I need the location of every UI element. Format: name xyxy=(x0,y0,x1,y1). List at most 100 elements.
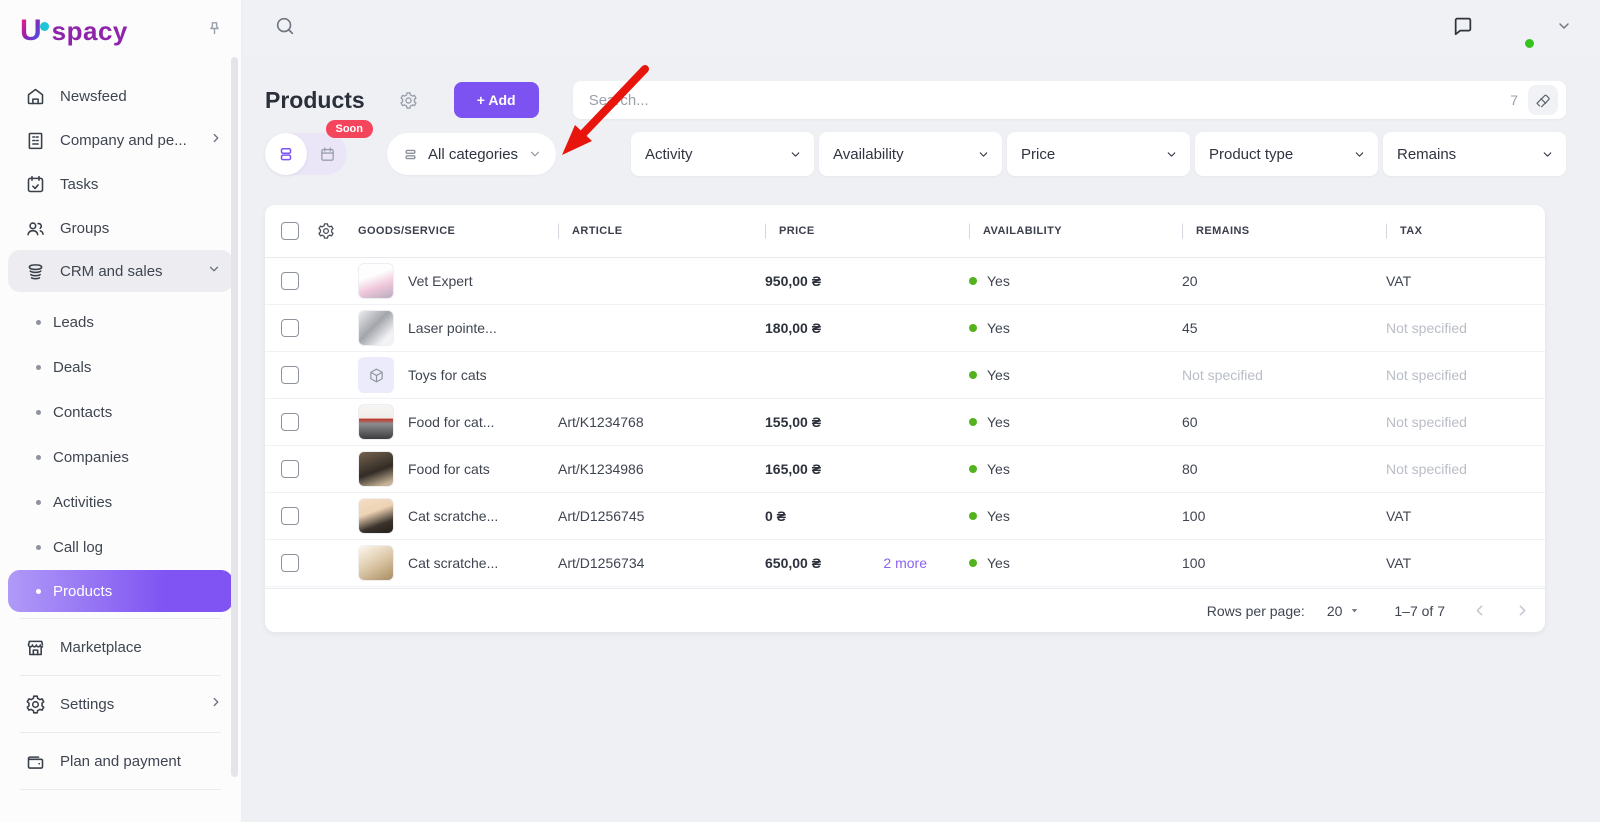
sidebar-item-deals[interactable]: Deals xyxy=(0,345,241,390)
select-all-checkbox[interactable] xyxy=(281,222,299,240)
page-settings-gear-icon[interactable] xyxy=(399,91,418,110)
previous-page-button[interactable] xyxy=(1471,602,1488,619)
filters-row: Activity Availability Price Product type… xyxy=(631,132,1566,176)
row-checkbox[interactable] xyxy=(281,507,299,525)
sidebar-scrollbar[interactable] xyxy=(231,57,238,777)
table-row[interactable]: Laser pointe... 180,00 ₴ Yes 45 Not spec… xyxy=(265,305,1545,352)
filter-product-type[interactable]: Product type xyxy=(1195,132,1378,176)
table-row[interactable]: Cat scratche... Art/D1256734 650,00 ₴ 2 m… xyxy=(265,540,1545,587)
bullet-dot xyxy=(36,365,41,370)
filter-availability[interactable]: Availability xyxy=(819,132,1002,176)
filter-remains[interactable]: Remains xyxy=(1383,132,1566,176)
product-name[interactable]: Food for cats xyxy=(408,461,490,477)
online-status-dot xyxy=(1523,36,1536,50)
table-row[interactable]: Food for cat... Art/K1234768 155,00 ₴ Ye… xyxy=(265,399,1545,446)
bullet-dot xyxy=(36,588,41,594)
calendar-view-button[interactable] xyxy=(307,133,347,175)
product-name[interactable]: Cat scratche... xyxy=(408,555,498,571)
sidebar-item-company[interactable]: Company and pe... xyxy=(0,118,241,162)
availability-cell: Yes xyxy=(969,367,1182,383)
sidebar-item-label: Marketplace xyxy=(60,638,142,656)
sidebar-item-newsfeed[interactable]: Newsfeed xyxy=(0,74,241,118)
sidebar-item-products[interactable]: Products xyxy=(8,570,233,612)
pin-sidebar-icon[interactable] xyxy=(206,20,223,42)
column-header-goods[interactable]: GOODS/SERVICE xyxy=(358,225,558,237)
sidebar-item-settings[interactable]: Settings xyxy=(0,682,241,726)
products-search-bar: 7 xyxy=(572,81,1566,119)
table-row[interactable]: Cat scratche... Art/D1256745 0 ₴ Yes 100… xyxy=(265,493,1545,540)
product-name[interactable]: Toys for cats xyxy=(408,367,487,383)
sidebar-item-contacts[interactable]: Contacts xyxy=(0,390,241,435)
chevron-down-icon xyxy=(977,148,990,161)
row-checkbox[interactable] xyxy=(281,366,299,384)
tax-cell: VAT xyxy=(1386,273,1412,289)
table-row[interactable]: Toys for cats Yes Not specified Not spec… xyxy=(265,352,1545,399)
divider xyxy=(20,618,221,619)
column-divider xyxy=(1386,223,1387,239)
tax-cell: Not specified xyxy=(1386,367,1467,383)
sidebar-item-tasks[interactable]: Tasks xyxy=(0,162,241,206)
list-view-button[interactable] xyxy=(265,133,307,175)
row-checkbox[interactable] xyxy=(281,413,299,431)
availability-dot xyxy=(969,559,977,567)
sidebar-item-plan-payment[interactable]: Plan and payment xyxy=(0,739,241,783)
columns-settings-gear-icon[interactable] xyxy=(317,222,358,240)
sidebar-item-companies[interactable]: Companies xyxy=(0,435,241,480)
sidebar-subitem-label: Activities xyxy=(53,494,113,511)
logo-text: spacy xyxy=(51,16,128,46)
chevron-down-icon xyxy=(528,147,542,161)
product-name[interactable]: Food for cat... xyxy=(408,414,494,430)
sidebar-item-call-log[interactable]: Call log xyxy=(0,525,241,570)
column-header-article[interactable]: ARTICLE xyxy=(558,223,765,239)
remains-cell: 60 xyxy=(1182,414,1198,430)
product-name[interactable]: Laser pointe... xyxy=(408,320,497,336)
sidebar-item-activities[interactable]: Activities xyxy=(0,480,241,525)
column-header-price[interactable]: PRICE xyxy=(765,223,969,239)
table-row[interactable]: Food for cats Art/K1234986 165,00 ₴ Yes … xyxy=(265,446,1545,493)
tax-cell: VAT xyxy=(1386,508,1412,524)
filter-price[interactable]: Price xyxy=(1007,132,1190,176)
filter-activity[interactable]: Activity xyxy=(631,132,814,176)
sidebar-item-label: Plan and payment xyxy=(60,752,181,770)
chevron-down-icon xyxy=(1165,148,1178,161)
product-placeholder-thumbnail xyxy=(358,357,394,393)
user-avatar[interactable] xyxy=(1496,10,1536,50)
clear-search-button[interactable] xyxy=(1528,85,1558,115)
product-name[interactable]: Cat scratche... xyxy=(408,508,498,524)
availability-dot xyxy=(969,465,977,473)
next-page-button[interactable] xyxy=(1514,602,1531,619)
tax-cell: Not specified xyxy=(1386,414,1467,430)
table-row[interactable]: Vet Expert 950,00 ₴ Yes 20 VAT xyxy=(265,258,1545,305)
chat-icon[interactable] xyxy=(1452,15,1474,42)
sidebar-item-label: Newsfeed xyxy=(60,87,127,105)
row-checkbox[interactable] xyxy=(281,272,299,290)
column-header-remains[interactable]: REMAINS xyxy=(1182,223,1386,239)
product-thumbnail xyxy=(358,310,394,346)
row-checkbox[interactable] xyxy=(281,460,299,478)
rows-per-page-select[interactable]: 20 xyxy=(1327,603,1361,619)
column-header-tax[interactable]: TAX xyxy=(1386,223,1545,239)
sidebar-item-crm[interactable]: CRM and sales xyxy=(8,250,233,292)
add-product-button[interactable]: + Add xyxy=(453,82,539,118)
gear-icon xyxy=(24,693,46,715)
wallet-icon xyxy=(24,750,46,772)
column-header-availability[interactable]: AVAILABILITY xyxy=(969,223,1182,239)
chevron-down-icon[interactable] xyxy=(1556,18,1572,39)
product-thumbnail xyxy=(358,404,394,440)
row-checkbox[interactable] xyxy=(281,319,299,337)
page-range-label: 1–7 of 7 xyxy=(1394,602,1445,619)
categories-select[interactable]: All categories xyxy=(387,133,557,175)
building-icon xyxy=(24,129,46,151)
products-search-input[interactable] xyxy=(588,91,1511,109)
more-prices-link[interactable]: 2 more xyxy=(883,555,927,571)
view-toggle: Soon xyxy=(265,120,373,175)
uspacy-logo[interactable]: U spacy xyxy=(20,16,128,46)
divider xyxy=(20,789,221,790)
row-checkbox[interactable] xyxy=(281,554,299,572)
sidebar-item-groups[interactable]: Groups xyxy=(0,206,241,250)
bullet-dot xyxy=(36,410,41,415)
search-icon[interactable] xyxy=(274,15,296,42)
product-name[interactable]: Vet Expert xyxy=(408,273,473,289)
sidebar-item-leads[interactable]: Leads xyxy=(0,300,241,345)
sidebar-item-marketplace[interactable]: Marketplace xyxy=(0,625,241,669)
